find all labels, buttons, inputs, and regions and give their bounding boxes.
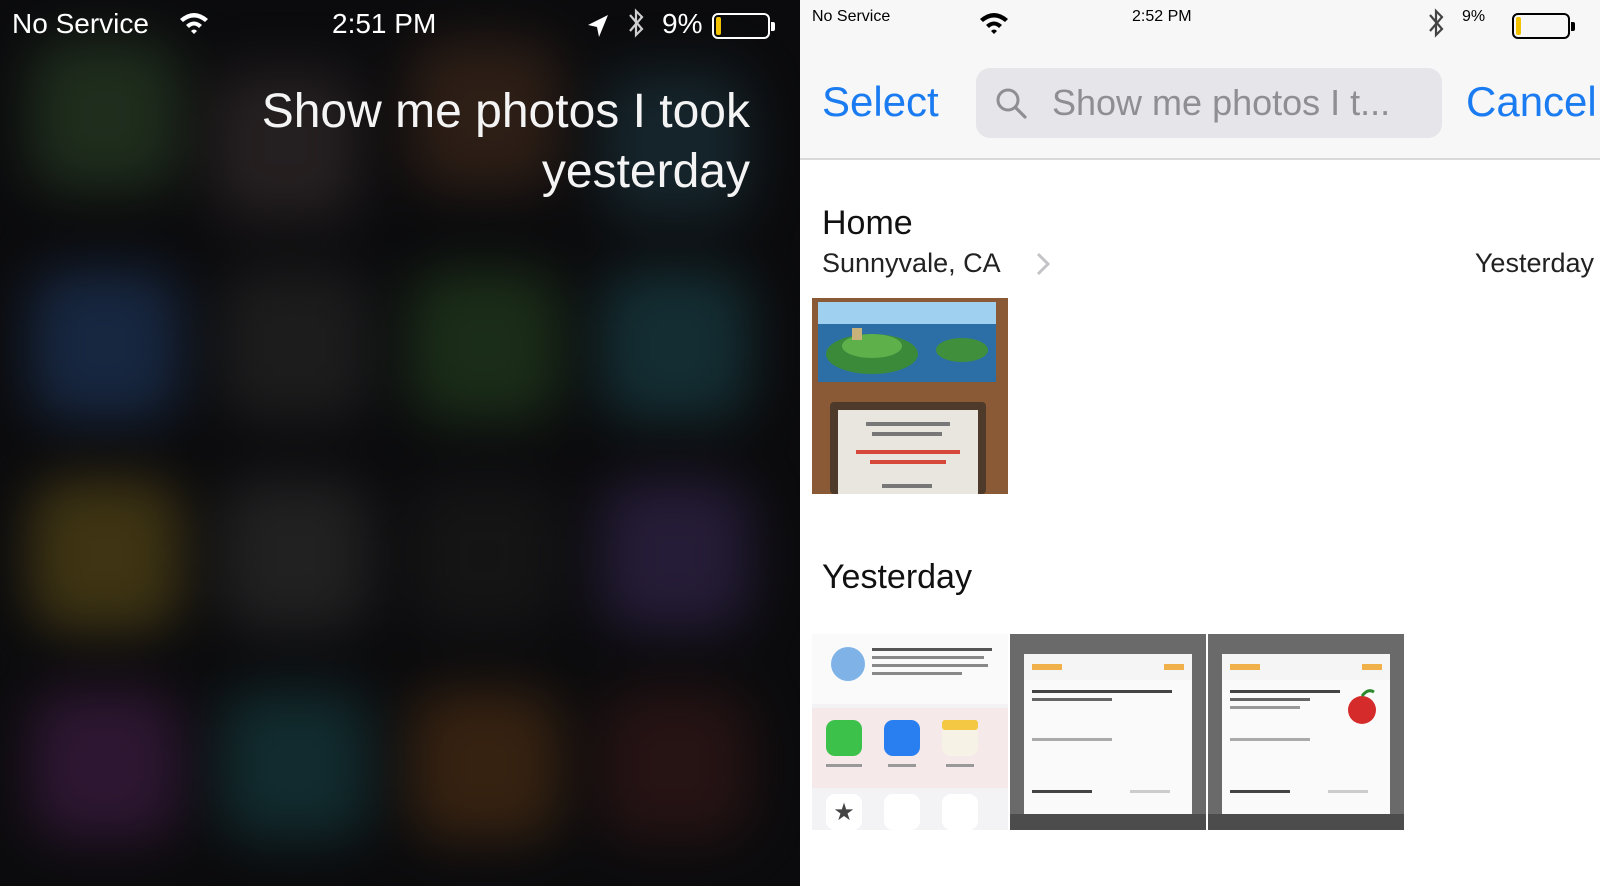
siri-query-text: Show me photos I took yesterday (261, 85, 750, 198)
status-bar: No Service 2:51 PM 9% (0, 0, 800, 50)
photos-search-screen: No Service 2:52 PM 9% Select Show me pho… (800, 0, 1600, 886)
wifi-icon (180, 13, 208, 34)
section-title-yesterday: Yesterday (822, 558, 972, 596)
battery-percent: 9% (1462, 8, 1486, 25)
bluetooth-icon (1429, 8, 1444, 38)
location-arrow-icon (588, 15, 608, 37)
bluetooth-icon (629, 8, 644, 38)
section-title-home: Home (822, 204, 913, 242)
battery-icon (712, 13, 775, 39)
photo-thumbnail[interactable] (1208, 634, 1404, 830)
search-header: No Service 2:52 PM 9% Select Show me pho… (800, 0, 1600, 160)
siri-screen: No Service 2:51 PM 9% Show me photos I t… (0, 0, 800, 886)
photo-thumbnail[interactable] (1010, 634, 1206, 830)
carrier-label: No Service (12, 8, 149, 39)
select-button[interactable]: Select (822, 78, 939, 126)
chevron-right-icon[interactable] (1036, 252, 1050, 276)
section-date: Yesterday (1474, 248, 1594, 278)
search-query-text: Show me photos I t... (1052, 82, 1391, 123)
search-input[interactable]: Show me photos I t... (976, 68, 1442, 138)
search-icon (996, 88, 1027, 119)
cancel-button[interactable]: Cancel (1466, 78, 1597, 126)
clock: 2:51 PM (332, 8, 437, 39)
svg-text:★: ★ (833, 798, 855, 826)
battery-percent: 9% (662, 8, 703, 39)
battery-icon (1512, 13, 1575, 39)
clock: 2:52 PM (1132, 8, 1192, 25)
carrier-label: No Service (812, 8, 891, 25)
location-link[interactable]: Sunnyvale, CA (822, 248, 1001, 279)
wifi-icon (980, 13, 1008, 34)
photo-thumbnail[interactable]: ★ (812, 634, 1008, 830)
photo-thumbnail[interactable] (812, 298, 1008, 494)
